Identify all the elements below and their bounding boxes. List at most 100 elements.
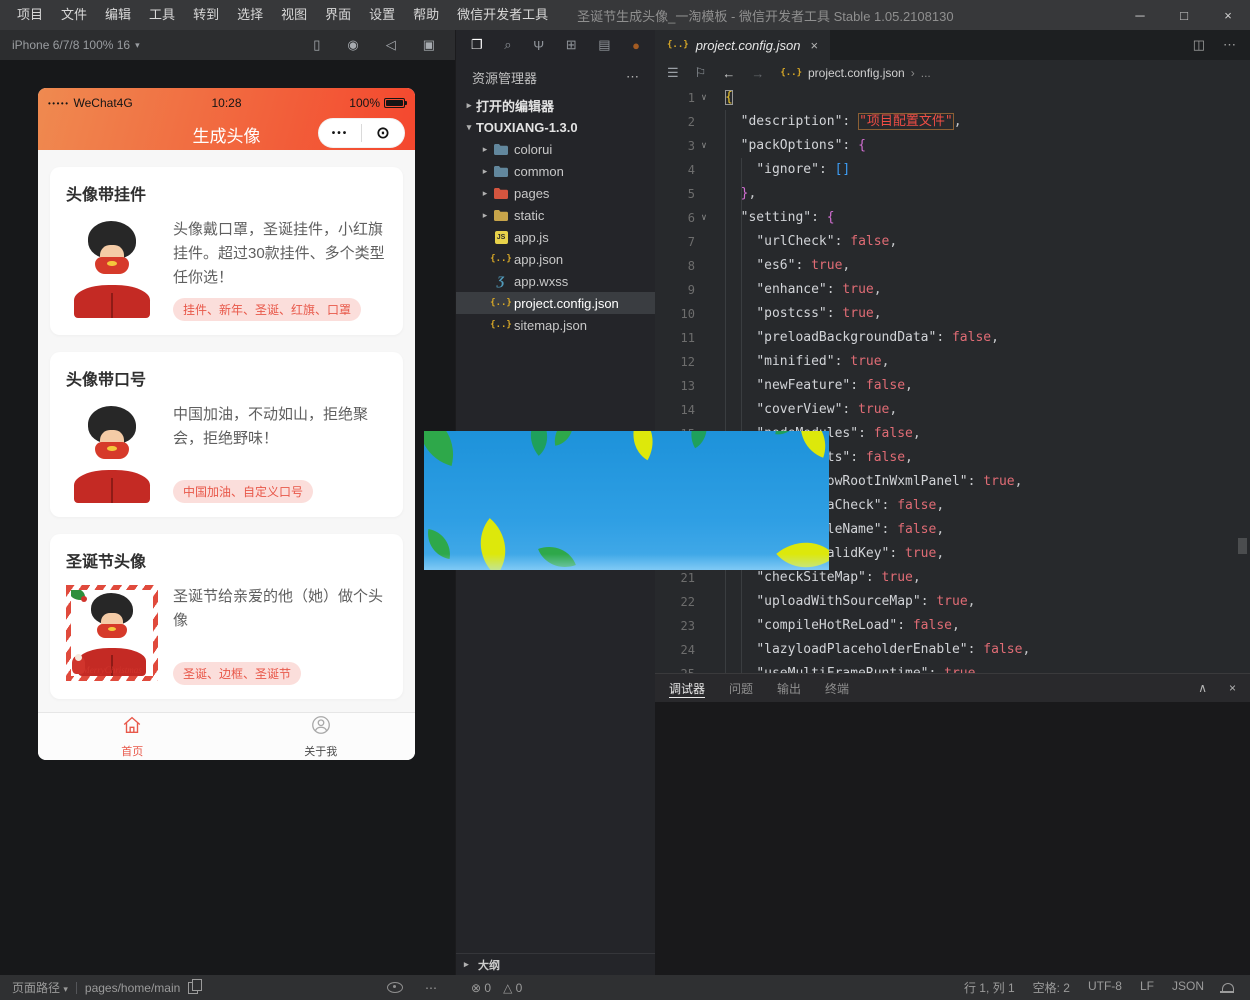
menu-item-7[interactable]: 视图 (272, 0, 316, 30)
encoding[interactable]: UTF-8 (1088, 979, 1122, 996)
breadcrumb-more: ... (920, 66, 931, 80)
git-branch-icon[interactable]: Ψ (533, 38, 544, 53)
feature-card-3[interactable]: 圣诞节头像 MerryChristmas 圣诞节给亲爱的他（她）做个头像 圣诞、边框、… (50, 534, 403, 699)
simulator-actions: ▯ ◉ ◁ ▣ (313, 37, 435, 53)
signal-icon: ••••• (48, 98, 70, 108)
more-actions-icon[interactable]: ⋯ (425, 981, 437, 995)
tabbar-item-about[interactable]: 关于我 (227, 713, 416, 760)
tree-item-app.json[interactable]: {..} app.json (456, 248, 655, 270)
menu-item-3[interactable]: 编辑 (96, 0, 140, 30)
code-editor[interactable]: 1 ∨{2 "description": "项目配置文件", 3 ∨ "packOpt… (655, 86, 1250, 673)
card-tag-row: 挂件、新年、圣诞、红旗、口罩 (173, 290, 387, 321)
title-bar: 项目 文件 编辑 工具 转到 选择 视图 界面 设置 帮助 微信开发者工具 圣诞节生成头像_一淘模板… (0, 0, 1250, 30)
tree-item-pages[interactable]: ▸ pages (456, 182, 655, 204)
json-file-icon: {..} (780, 68, 802, 78)
split-editor-icon[interactable]: ◫ (1193, 37, 1205, 53)
menu-item-10[interactable]: 帮助 (404, 0, 448, 30)
home-icon (121, 714, 143, 741)
menu-item-2[interactable]: 文件 (52, 0, 96, 30)
eol[interactable]: LF (1140, 979, 1154, 996)
minimize-icon[interactable]: ─ (1118, 0, 1162, 30)
page-path-selector[interactable]: 页面路径 ▾ (12, 979, 68, 996)
explorer-icon[interactable]: ❐ (471, 37, 483, 53)
problems-summary[interactable]: ⊗ 0 △ 0 (455, 981, 655, 995)
card-tag-row: 中国加油、自定义口号 (173, 472, 387, 503)
copy-icon[interactable] (188, 978, 203, 994)
menu-item-11[interactable]: 微信开发者工具 (448, 0, 557, 30)
tree-item-project.config.json[interactable]: {..} project.config.json (456, 292, 655, 314)
leaf-decoration (682, 431, 716, 449)
menu-bar: 项目 文件 编辑 工具 转到 选择 视图 界面 设置 帮助 微信开发者工具 (0, 0, 557, 30)
menu-item-9[interactable]: 设置 (360, 0, 404, 30)
card-row: 中国加油，不动如山，拒绝聚会，拒绝野味！ 中国加油、自定义口号 (66, 403, 387, 503)
tree-item-app.js[interactable]: JS app.js (456, 226, 655, 248)
menu-item-4[interactable]: 工具 (140, 0, 184, 30)
more-menu-icon[interactable]: ••• (319, 128, 361, 139)
tree-item-colorui[interactable]: ▸ colorui (456, 138, 655, 160)
miniprogram-body[interactable]: 头像带挂件 头像戴口罩，圣诞挂件，小红旗挂件。超过30款挂件、多个类型任你选！ 挂件… (38, 150, 415, 713)
outline-section[interactable]: ▸ 大纲 (456, 953, 655, 975)
back-icon[interactable]: ← (722, 66, 735, 81)
debug-tab-2[interactable]: 问题 (729, 674, 753, 702)
phone-screen: ••••• WeChat4G 10:28 100% 生成头像 ••• ⊙ 头像带… (38, 88, 415, 760)
card-tags: 圣诞、边框、圣诞节 (173, 662, 302, 685)
water-band (424, 554, 829, 570)
cursor-position[interactable]: 行 1, 列 1 (964, 979, 1015, 996)
collapse-panel-icon[interactable]: ∧ (1198, 681, 1207, 695)
tree-item-sitemap.json[interactable]: {..} sitemap.json (456, 314, 655, 336)
exit-target-icon[interactable]: ⊙ (362, 123, 404, 143)
clock-label: 10:28 (211, 96, 242, 110)
record-icon[interactable]: ◉ (347, 37, 358, 53)
tree-item-label: 打开的编辑器 (476, 98, 555, 114)
breadcrumb[interactable]: {..} project.config.json › ... (780, 66, 930, 80)
debug-tab-1[interactable]: 调试器 (669, 674, 706, 702)
folder-icon (492, 143, 510, 155)
notifications-bell-icon[interactable] (1220, 982, 1234, 993)
close-icon[interactable]: × (1206, 0, 1250, 30)
device-selector[interactable]: iPhone 6/7/8 100% 16 ▾ (12, 38, 140, 52)
cascade-windows-icon[interactable]: ▣ (423, 37, 435, 53)
debug-tab-4[interactable]: 终端 (825, 674, 849, 702)
code-line-5: 5 }, (687, 186, 757, 201)
capsule-menu: ••• ⊙ (318, 118, 405, 148)
search-icon[interactable]: ⌕ (504, 37, 511, 53)
feature-card-2[interactable]: 头像带口号 中国加油，不动如山，拒绝聚会，拒绝野味！ 中国加油、自定义口号 (50, 352, 403, 517)
debug-actions: ∧ × (1198, 681, 1236, 695)
tree-item-common[interactable]: ▸ common (456, 160, 655, 182)
card-tags: 挂件、新年、圣诞、红旗、口罩 (173, 298, 362, 321)
menu-item-5[interactable]: 转到 (184, 0, 228, 30)
indent-size[interactable]: 空格: 2 (1033, 979, 1070, 996)
forward-icon[interactable]: → (751, 66, 764, 81)
tree-item-TOUXIANG-1.3.0[interactable]: ▾ TOUXIANG-1.3.0 (456, 116, 655, 138)
tabbar-item-home[interactable]: 首页 (38, 713, 227, 760)
debug-tab-3[interactable]: 输出 (777, 674, 801, 702)
tree-item-static[interactable]: ▸ static (456, 204, 655, 226)
language-mode[interactable]: JSON (1172, 979, 1204, 996)
editor-scrollbar[interactable] (1238, 538, 1247, 554)
eye-icon[interactable] (387, 982, 403, 993)
menu-item-1[interactable]: 项目 (8, 0, 52, 30)
mute-icon[interactable]: ◁ (386, 37, 396, 53)
close-tab-icon[interactable]: × (810, 38, 818, 53)
layout-icon[interactable]: ⊞ (566, 37, 577, 53)
user-icon (310, 714, 332, 741)
more-actions-icon[interactable]: ⋯ (626, 69, 639, 85)
phone-icon[interactable]: ▯ (313, 37, 320, 53)
outline-list-icon[interactable]: ☰ (667, 65, 679, 81)
tree-item-label: app.wxss (514, 273, 569, 289)
tab-project-config-json[interactable]: {..} project.config.json × (655, 30, 831, 60)
card-row: 头像戴口罩，圣诞挂件，小红旗挂件。超过30款挂件、多个类型任你选！ 挂件、新年、圣… (66, 218, 387, 321)
breadcrumb-separator: › (910, 66, 915, 80)
leaf-decoration (551, 431, 577, 446)
close-panel-icon[interactable]: × (1229, 681, 1236, 695)
more-actions-icon[interactable]: ⋯ (1223, 37, 1236, 53)
bookmark-icon[interactable]: ⚐ (695, 65, 707, 81)
tree-item-app.wxss[interactable]: Ʒapp.wxss (456, 270, 655, 292)
menu-item-6[interactable]: 选择 (228, 0, 272, 30)
details-icon[interactable]: ▤ (598, 37, 610, 53)
tree-item-[interactable]: ▸ 打开的编辑器 (456, 94, 655, 116)
maximize-icon[interactable]: □ (1162, 0, 1206, 30)
feature-card-1[interactable]: 头像带挂件 头像戴口罩，圣诞挂件，小红旗挂件。超过30款挂件、多个类型任你选！ 挂件… (50, 167, 403, 335)
menu-item-8[interactable]: 界面 (316, 0, 360, 30)
compile-icon[interactable]: ● (632, 38, 640, 53)
